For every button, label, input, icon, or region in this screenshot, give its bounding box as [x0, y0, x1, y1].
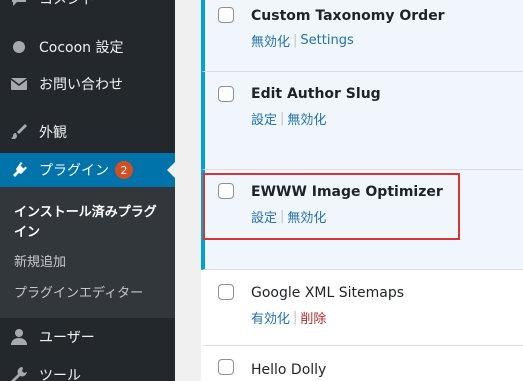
plugin-row: Edit Author Slug 設定 | 無効化: [201, 72, 523, 170]
deactivate-link[interactable]: 無効化: [287, 109, 326, 128]
action-separator: |: [280, 111, 285, 126]
settings-link[interactable]: 設定: [251, 109, 277, 128]
update-count-badge: 2: [115, 161, 133, 179]
comment-icon: [9, 0, 29, 9]
plugin-checkbox[interactable]: [218, 7, 234, 23]
menu-item-comments[interactable]: コメント: [0, 0, 175, 9]
circle-icon: [9, 37, 29, 57]
menu-label-appearance: 外観: [39, 125, 67, 141]
highlight-box: [203, 173, 460, 240]
brush-icon: [9, 122, 29, 142]
submenu-add-new[interactable]: 新規追加: [14, 253, 66, 273]
admin-sidebar: コメント Cocoon 設定 お問い合わせ 外観 プラグイン 2 インストール済…: [0, 0, 175, 381]
activate-link[interactable]: 有効化: [251, 308, 290, 327]
plugin-row: Google XML Sitemaps 有効化 | 削除: [201, 270, 523, 346]
menu-label-contact: お問い合わせ: [39, 77, 123, 93]
action-separator: |: [293, 310, 298, 325]
plugin-name: Google XML Sitemaps: [251, 285, 405, 301]
menu-item-appearance[interactable]: 外観: [0, 119, 175, 145]
menu-label-plugins: プラグイン: [39, 163, 109, 179]
action-separator: |: [293, 33, 298, 48]
wrench-icon: [9, 365, 29, 381]
plugin-name: Custom Taxonomy Order: [251, 8, 445, 24]
menu-label-users: ユーザー: [39, 330, 95, 346]
settings-link[interactable]: Settings: [300, 33, 353, 48]
menu-item-users[interactable]: ユーザー: [0, 324, 175, 350]
plugins-submenu: インストール済みプラグイン 新規追加 プラグインエディター: [0, 187, 175, 318]
menu-item-cocoon-settings[interactable]: Cocoon 設定: [0, 34, 175, 60]
menu-label-tools: ツール: [39, 368, 81, 381]
deactivate-link[interactable]: 無効化: [251, 31, 290, 50]
plugin-row: Custom Taxonomy Order 無効化 | Settings: [201, 0, 523, 72]
plugin-actions: 有効化 | 削除: [251, 308, 326, 327]
plugin-actions: 設定 | 無効化: [251, 109, 326, 128]
mail-icon: [9, 74, 29, 94]
plugin-checkbox[interactable]: [218, 359, 234, 375]
plugin-name: Hello Dolly: [251, 362, 327, 378]
menu-label-comments: コメント: [39, 0, 95, 8]
plugin-checkbox[interactable]: [218, 284, 234, 300]
plugin-icon: [9, 160, 29, 180]
submenu-installed-plugins[interactable]: インストール済みプラグイン: [14, 203, 164, 243]
menu-item-plugins[interactable]: プラグイン 2: [0, 153, 175, 187]
menu-item-tools[interactable]: ツール: [0, 362, 175, 381]
plugin-checkbox[interactable]: [218, 86, 234, 102]
menu-item-contact[interactable]: お問い合わせ: [0, 71, 175, 97]
plugin-actions: 無効化 | Settings: [251, 31, 354, 50]
user-icon: [9, 327, 29, 347]
submenu-plugin-editor[interactable]: プラグインエディター: [14, 284, 143, 304]
plugin-row: Hello Dolly: [201, 346, 523, 381]
menu-label-cocoon-settings: Cocoon 設定: [39, 40, 124, 56]
delete-link[interactable]: 削除: [300, 308, 326, 327]
plugin-name: Edit Author Slug: [251, 86, 381, 102]
